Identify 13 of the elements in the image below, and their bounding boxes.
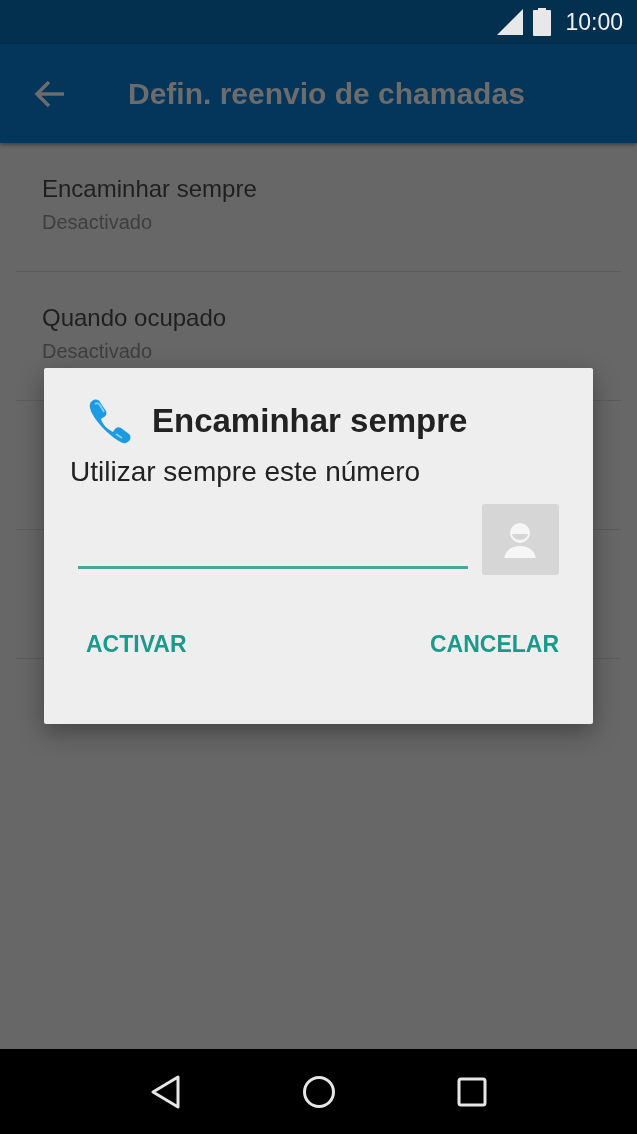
home-icon[interactable] (302, 1074, 337, 1109)
recents-icon[interactable] (456, 1076, 487, 1107)
dialog-message: Utilizar sempre este número (70, 456, 422, 488)
signal-icon (497, 9, 524, 35)
battery-icon (533, 8, 552, 36)
dialog-button[interactable]: CANCELAR (429, 627, 559, 662)
dialog-button[interactable]: ACTIVAR (86, 627, 187, 662)
screen-title: Defin. reenvio de chamadas (128, 76, 525, 111)
dialog-title: Encaminhar sempre (152, 402, 468, 440)
back-icon[interactable] (150, 1073, 183, 1110)
setting-title: Encaminhar sempre (42, 175, 258, 203)
clock-time: 10:00 (565, 8, 623, 36)
setting-title: Quando ocupado (42, 304, 228, 332)
